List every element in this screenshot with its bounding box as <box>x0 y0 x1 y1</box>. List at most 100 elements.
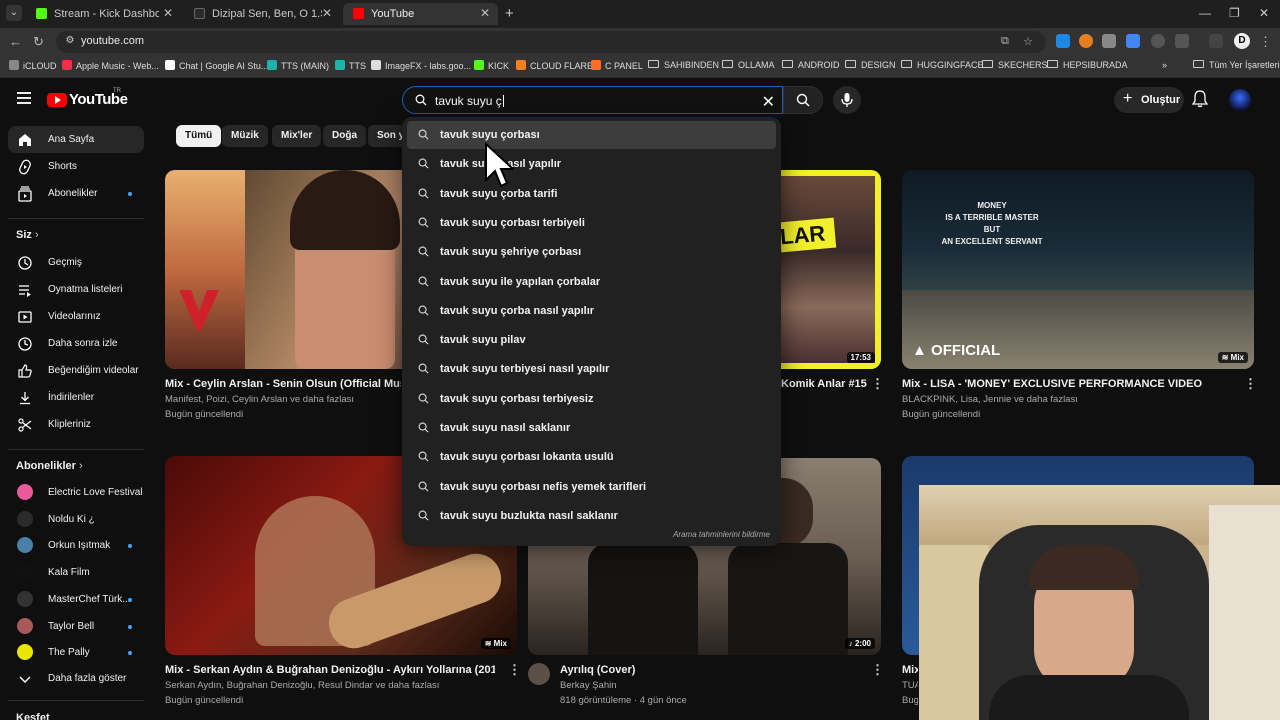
bookmark-item[interactable]: CLOUD FLARE <box>516 60 593 71</box>
bookmark-star-icon[interactable]: ☆ <box>1023 35 1033 48</box>
video-thumbnail[interactable]: MONEY IS A TERRIBLE MASTER BUT AN EXCELL… <box>902 170 1254 369</box>
search-suggestion[interactable]: tavuk suyu çorbası nefis yemek tarifleri <box>407 473 776 501</box>
bookmark-item[interactable]: TTS (MAIN) <box>267 60 329 71</box>
video-channels[interactable]: Manifest, Poizi, Ceylin Arslan ve daha f… <box>165 394 401 405</box>
clear-search-icon[interactable]: ✕ <box>762 92 775 112</box>
new-tab-icon[interactable]: + <box>505 5 514 22</box>
search-suggestion[interactable]: tavuk suyu çorbası <box>407 121 776 149</box>
search-suggestion[interactable]: tavuk suyu çorbası terbiyesiz <box>407 385 776 413</box>
video-channels[interactable]: Serkan Aydın, Buğrahan Denizoğlu, Resul … <box>165 680 495 691</box>
sidebar-subscription-item[interactable]: The Pally <box>8 639 144 666</box>
bookmark-item[interactable]: iCLOUD <box>9 60 57 71</box>
sidebar-item-shorts[interactable]: Shorts <box>8 153 144 180</box>
video-title[interactable]: Ayrılıq (Cover) <box>560 664 860 676</box>
bookmark-item[interactable]: Chat | Google AI Stu... <box>165 60 268 71</box>
close-tab-icon[interactable]: ✕ <box>480 6 490 20</box>
sidebar-subscription-item[interactable]: MasterChef Türk... <box>8 586 144 613</box>
search-suggestion[interactable]: tavuk suyu terbiyesi nasıl yapılır <box>407 355 776 383</box>
sidebar-item-your-videos[interactable]: Videolarınız <box>8 303 144 330</box>
search-suggestion[interactable]: tavuk suyu şehriye çorbası <box>407 238 776 266</box>
bookmark-item[interactable]: TTS <box>335 60 366 71</box>
search-input[interactable]: tavuk suyu ç ✕ <box>402 86 783 114</box>
tab-youtube[interactable]: YouTube ✕ <box>343 3 498 25</box>
reload-icon[interactable]: ↻ <box>33 34 44 50</box>
bookmark-item[interactable]: ANDROID <box>782 60 840 70</box>
sidebar-item-playlists[interactable]: Oynatma listeleri <box>8 276 144 303</box>
back-icon[interactable]: ← <box>9 34 22 49</box>
translate-extension-icon[interactable] <box>1126 34 1140 48</box>
video-title[interactable]: Mix - Ceylin Arslan - Senin Olsun (Offic… <box>165 378 401 390</box>
tab-kick[interactable]: Stream - Kick Dashboard ✕ <box>26 3 181 25</box>
sidebar-item-watch-later[interactable]: Daha sonra izle <box>8 330 144 357</box>
search-suggestion[interactable]: tavuk suyu çorba nasıl yapılır <box>407 297 776 325</box>
more-bookmarks-button[interactable]: » <box>1162 60 1167 70</box>
video-title[interactable]: Komik Anlar #154 <box>781 378 867 390</box>
sidebar-subscription-item[interactable]: Noldu Ki ¿ <box>8 506 144 533</box>
search-button[interactable] <box>783 86 823 114</box>
tab-groups-icon[interactable] <box>1209 34 1223 48</box>
bookmark-item[interactable]: OLLAMA <box>722 60 775 70</box>
sidebar-subscription-item[interactable]: Orkun Işıtmak <box>8 532 144 559</box>
channel-avatar[interactable] <box>528 663 550 685</box>
sidebar-item-liked-videos[interactable]: Beğendiğim videolar <box>8 357 144 384</box>
extension-orange-icon[interactable] <box>1079 34 1093 48</box>
bookmark-item[interactable]: SKECHERS <box>982 60 1048 70</box>
video-title[interactable]: Mix - Serkan Aydın & Buğrahan Denizoğlu … <box>165 664 495 676</box>
create-button[interactable]: + Oluştur <box>1114 87 1184 113</box>
video-channels[interactable]: TUA <box>902 680 918 691</box>
browser-menu-icon[interactable]: ⋮ <box>1259 34 1272 50</box>
sidebar-item-home[interactable]: Ana Sayfa <box>8 126 144 153</box>
search-suggestion[interactable]: tavuk suyu ile yapılan çorbalar <box>407 268 776 296</box>
profile-avatar[interactable]: D <box>1234 33 1250 49</box>
close-tab-icon[interactable]: ✕ <box>322 6 332 20</box>
search-suggestion[interactable]: tavuk suyu çorbası terbiyeli <box>407 209 776 237</box>
notifications-bell-icon[interactable] <box>1192 90 1208 108</box>
close-tab-icon[interactable]: ✕ <box>163 6 173 20</box>
subscriptions-section-heading[interactable]: Abonelikler › <box>16 460 83 472</box>
chip-nature[interactable]: Doğa <box>323 125 366 147</box>
chip-recent[interactable]: Son y <box>368 125 404 147</box>
sidebar-item-downloads[interactable]: İndirilenler <box>8 384 144 411</box>
bookmark-item[interactable]: HEPSIBURADA <box>1047 60 1128 70</box>
bookmark-item[interactable]: SAHIBINDEN <box>648 60 719 70</box>
chip-all[interactable]: Tümü <box>176 125 222 147</box>
bookmark-item[interactable]: HUGGINGFACE <box>901 60 984 70</box>
search-suggestion[interactable]: tavuk suyu buzlukta nasıl saklanır <box>407 502 776 530</box>
sidebar-subscription-item[interactable]: Kala Film <box>8 559 144 586</box>
sidebar-item-subscriptions[interactable]: Abonelikler <box>8 180 144 207</box>
search-suggestion[interactable]: tavuk suyu nasıl yapılır <box>407 150 776 178</box>
restore-icon[interactable]: ❐ <box>1229 6 1240 20</box>
url-field[interactable]: ⚙ youtube.com ⧉ ☆ <box>56 31 1046 53</box>
search-suggestion[interactable]: tavuk suyu nasıl saklanır <box>407 414 776 442</box>
bookmark-item[interactable]: Apple Music - Web... <box>62 60 159 71</box>
sidebar-subscription-item[interactable]: Taylor Bell <box>8 613 144 640</box>
you-section-heading[interactable]: Siz › <box>16 229 39 241</box>
video-title[interactable]: Mix <box>902 664 918 676</box>
search-suggestion[interactable]: tavuk suyu çorba tarifi <box>407 180 776 208</box>
site-info-icon[interactable]: ⚙ <box>63 35 77 49</box>
bookmark-item[interactable]: DESIGN <box>845 60 896 70</box>
more-options-icon[interactable]: ⋮ <box>871 376 884 392</box>
all-bookmarks-button[interactable]: Tüm Yer İşaretleri <box>1193 60 1280 70</box>
chip-mixes[interactable]: Mix'ler <box>272 125 322 147</box>
tab-search-button[interactable]: ⌄ <box>6 5 22 21</box>
sidebar-item-clips[interactable]: Klipleriniz <box>8 411 144 438</box>
account-avatar[interactable] <box>1229 89 1251 111</box>
window-close-icon[interactable]: ✕ <box>1259 6 1269 20</box>
channel-name[interactable]: Berkay Şahin <box>560 680 617 691</box>
report-predictions-link[interactable]: Arama tahminlerini bildirme <box>673 530 770 539</box>
install-icon[interactable]: ⧉ <box>1001 35 1009 48</box>
search-suggestion[interactable]: tavuk suyu pilav <box>407 326 776 354</box>
extension-circle-icon[interactable] <box>1151 34 1165 48</box>
tab-dizipal[interactable]: Dizipal Sen, Ben, O 1.Sezon 1.B ✕ <box>184 3 340 25</box>
bookmark-item[interactable]: C PANEL <box>591 60 643 71</box>
video-title[interactable]: Mix - LISA - 'MONEY' EXCLUSIVE PERFORMAN… <box>902 378 1238 390</box>
extension-car-icon[interactable] <box>1102 34 1116 48</box>
extensions-puzzle-icon[interactable] <box>1175 34 1189 48</box>
youtube-logo-icon[interactable] <box>47 93 67 107</box>
bookmark-item[interactable]: ImageFX - labs.goo... <box>371 60 471 71</box>
minimize-icon[interactable]: — <box>1199 6 1211 20</box>
search-suggestion[interactable]: tavuk suyu çorbası lokanta usulü <box>407 443 776 471</box>
chip-music[interactable]: Müzik <box>222 125 268 147</box>
more-options-icon[interactable]: ⋮ <box>1244 376 1257 392</box>
